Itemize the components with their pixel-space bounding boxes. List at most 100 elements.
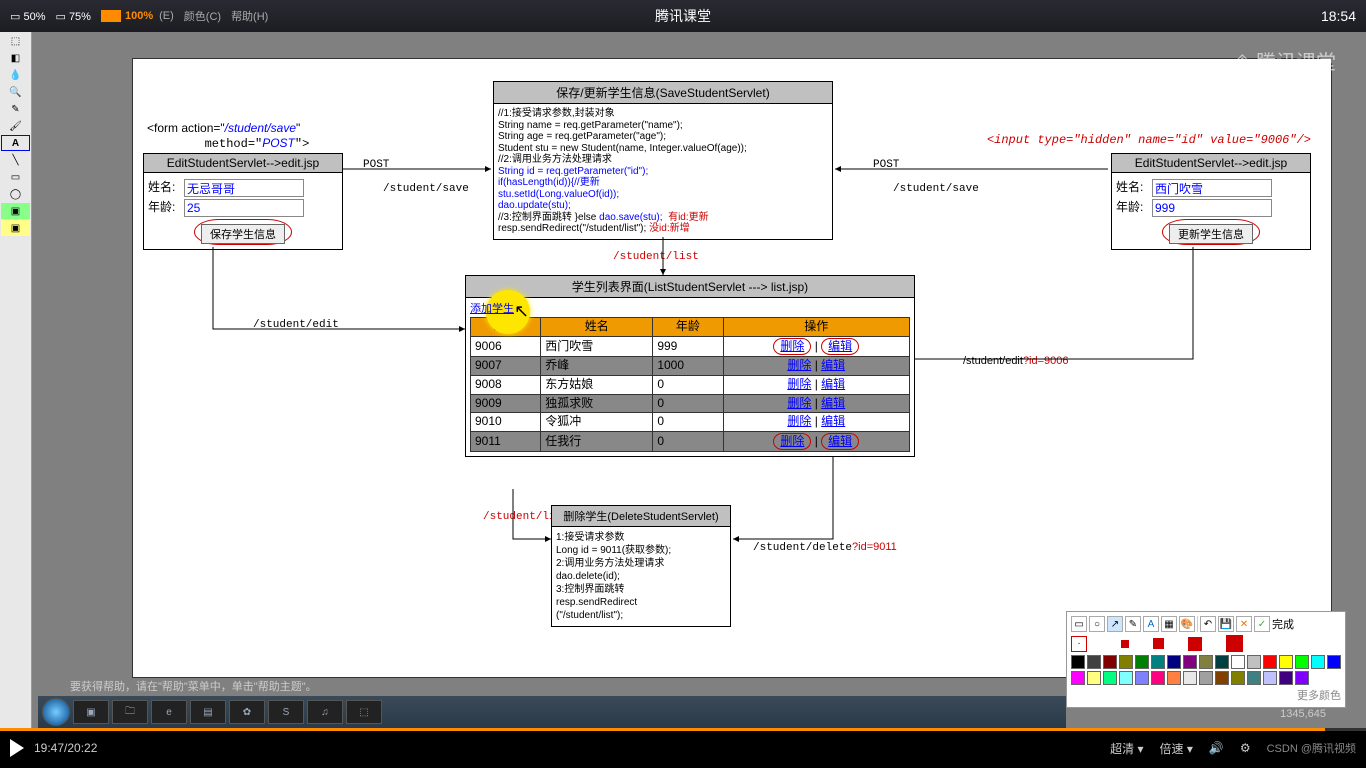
name-input-r[interactable] bbox=[1152, 179, 1272, 197]
delete-link[interactable]: 删除 bbox=[780, 434, 804, 448]
progress-bar[interactable] bbox=[0, 728, 1366, 731]
size-4[interactable] bbox=[1188, 637, 1202, 651]
close-icon[interactable]: ✕ bbox=[1236, 616, 1252, 632]
color-swatch[interactable] bbox=[1103, 655, 1117, 669]
color-swatch[interactable] bbox=[1167, 671, 1181, 685]
settings-icon[interactable]: ⚙ bbox=[1240, 741, 1251, 755]
undo-icon[interactable]: ↶ bbox=[1200, 616, 1216, 632]
color-swatch[interactable] bbox=[1263, 655, 1277, 669]
taskbar[interactable]: ▣ 🗀 e ▤ ✿ S ♫ ⬚ bbox=[38, 696, 1066, 728]
pen-icon[interactable]: ✎ bbox=[1125, 616, 1141, 632]
tool-text[interactable]: A bbox=[1, 135, 30, 151]
color-swatch[interactable] bbox=[1263, 671, 1277, 685]
edit-link[interactable]: 编辑 bbox=[821, 396, 845, 410]
color-swatch[interactable] bbox=[1119, 655, 1133, 669]
more-colors[interactable]: 更多颜色 bbox=[1071, 687, 1341, 703]
video-controls[interactable]: 19:47/20:22 超清 ▾ 倍速 ▾ 🔊 ⚙ CSDN @腾讯视频 bbox=[0, 728, 1366, 768]
tool-layer2[interactable]: ▣ bbox=[1, 220, 30, 236]
save-icon[interactable]: 💾 bbox=[1218, 616, 1234, 632]
task-1[interactable]: ▣ bbox=[73, 700, 109, 724]
color-swatch[interactable] bbox=[1183, 655, 1197, 669]
color-swatch[interactable] bbox=[1327, 655, 1341, 669]
tool-select[interactable]: ⬚ bbox=[1, 33, 30, 49]
paint-toolstrip[interactable]: ⬚ ◧ 💧 🔍 ✎ 🖌 A ╲ ▭ ◯ ▣ ▣ bbox=[0, 32, 32, 728]
circle-icon[interactable]: ○ bbox=[1089, 616, 1105, 632]
tool-pencil[interactable]: ✎ bbox=[1, 101, 30, 117]
size-3[interactable] bbox=[1153, 638, 1164, 649]
task-6[interactable]: S bbox=[268, 700, 304, 724]
color-swatch[interactable] bbox=[1215, 655, 1229, 669]
text-icon[interactable]: A bbox=[1143, 616, 1159, 632]
tool-eraser[interactable]: ◧ bbox=[1, 50, 30, 66]
task-3[interactable]: e bbox=[151, 700, 187, 724]
age-input[interactable] bbox=[184, 199, 304, 217]
color-swatch[interactable] bbox=[1231, 671, 1245, 685]
menu-e[interactable]: (E) bbox=[159, 10, 174, 22]
start-button[interactable] bbox=[42, 698, 70, 726]
color-swatch[interactable] bbox=[1087, 655, 1101, 669]
name-input[interactable] bbox=[184, 179, 304, 197]
task-8[interactable]: ⬚ bbox=[346, 700, 382, 724]
volume-icon[interactable]: 🔊 bbox=[1209, 741, 1224, 755]
rect-icon[interactable]: ▭ bbox=[1071, 616, 1087, 632]
menu-help[interactable]: 帮助(H) bbox=[231, 8, 268, 24]
color-swatch[interactable] bbox=[1103, 671, 1117, 685]
age-input-r[interactable] bbox=[1152, 199, 1272, 217]
color-swatch[interactable] bbox=[1231, 655, 1245, 669]
palette-swatches[interactable] bbox=[1071, 655, 1341, 685]
color-swatch[interactable] bbox=[1071, 671, 1085, 685]
check-icon[interactable]: ✓ bbox=[1254, 616, 1270, 632]
color-swatch[interactable] bbox=[1183, 671, 1197, 685]
arrow-icon[interactable]: ↗ bbox=[1107, 616, 1123, 632]
color-swatch[interactable] bbox=[1199, 671, 1213, 685]
tool-brush[interactable]: 🖌 bbox=[1, 118, 30, 134]
color-swatch[interactable] bbox=[1119, 671, 1133, 685]
delete-link[interactable]: 删除 bbox=[787, 414, 811, 428]
save-button[interactable]: 保存学生信息 bbox=[201, 224, 285, 244]
task-5[interactable]: ✿ bbox=[229, 700, 265, 724]
color-swatch[interactable] bbox=[1151, 655, 1165, 669]
size-dot-1[interactable]: · bbox=[1071, 636, 1087, 652]
delete-link[interactable]: 删除 bbox=[780, 339, 804, 353]
tool-zoom[interactable]: 🔍 bbox=[1, 84, 30, 100]
tool-ellipse[interactable]: ◯ bbox=[1, 186, 30, 202]
color-swatch[interactable] bbox=[1311, 655, 1325, 669]
add-student-link[interactable]: 添加学生 bbox=[470, 303, 514, 315]
color-swatch[interactable] bbox=[1087, 671, 1101, 685]
delete-link[interactable]: 删除 bbox=[787, 396, 811, 410]
color-swatch[interactable] bbox=[1199, 655, 1213, 669]
speed-button[interactable]: 倍速 ▾ bbox=[1160, 740, 1193, 757]
color-swatch[interactable] bbox=[1135, 671, 1149, 685]
size-2[interactable] bbox=[1121, 640, 1129, 648]
color-swatch[interactable] bbox=[1167, 655, 1181, 669]
color-swatch[interactable] bbox=[1215, 671, 1229, 685]
color-swatch[interactable] bbox=[1151, 671, 1165, 685]
tool-pick[interactable]: 💧 bbox=[1, 67, 30, 83]
paint-icon[interactable]: 🎨 bbox=[1179, 616, 1195, 632]
edit-link[interactable]: 编辑 bbox=[821, 377, 845, 391]
color-swatch[interactable] bbox=[1247, 671, 1261, 685]
color-swatch[interactable] bbox=[1135, 655, 1149, 669]
task-4[interactable]: ▤ bbox=[190, 700, 226, 724]
done-label[interactable]: 完成 bbox=[1272, 616, 1294, 632]
edit-link[interactable]: 编辑 bbox=[821, 414, 845, 428]
color-swatch[interactable] bbox=[1279, 671, 1293, 685]
delete-link[interactable]: 删除 bbox=[787, 377, 811, 391]
quality-button[interactable]: 超清 ▾ bbox=[1110, 740, 1143, 757]
tool-rect[interactable]: ▭ bbox=[1, 169, 30, 185]
play-button[interactable] bbox=[10, 739, 24, 757]
edit-link[interactable]: 编辑 bbox=[821, 358, 845, 372]
color-swatch[interactable] bbox=[1247, 655, 1261, 669]
tool-line[interactable]: ╲ bbox=[1, 152, 30, 168]
menu-color[interactable]: 颜色(C) bbox=[184, 8, 221, 24]
update-button[interactable]: 更新学生信息 bbox=[1169, 224, 1253, 244]
annotation-palette[interactable]: ▭ ○ ↗ ✎ A ▦ 🎨 ↶ 💾 ✕ ✓ 完成 · 更多颜色 bbox=[1066, 611, 1346, 708]
color-swatch[interactable] bbox=[1071, 655, 1085, 669]
color-swatch[interactable] bbox=[1279, 655, 1293, 669]
color-swatch[interactable] bbox=[1295, 655, 1309, 669]
mosaic-icon[interactable]: ▦ bbox=[1161, 616, 1177, 632]
task-2[interactable]: 🗀 bbox=[112, 700, 148, 724]
edit-link[interactable]: 编辑 bbox=[828, 434, 852, 448]
delete-link[interactable]: 删除 bbox=[787, 358, 811, 372]
task-7[interactable]: ♫ bbox=[307, 700, 343, 724]
